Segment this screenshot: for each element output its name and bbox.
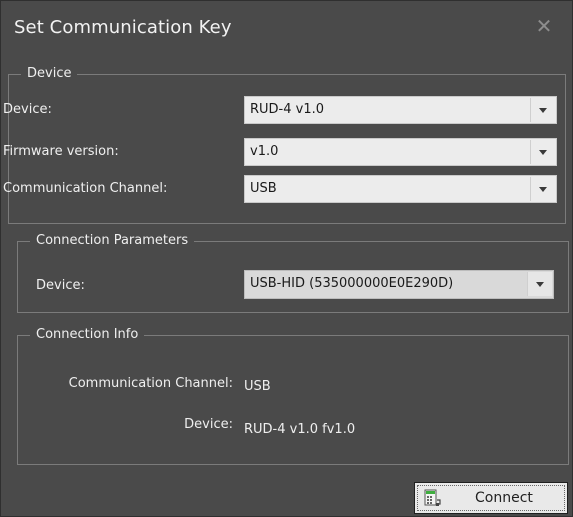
chevron-down-icon bbox=[539, 108, 547, 113]
firmware-version-value: v1.0 bbox=[250, 144, 279, 159]
chevron-down-icon bbox=[536, 282, 544, 287]
info-channel-value: USB bbox=[244, 379, 271, 394]
firmware-dropdown-button[interactable] bbox=[530, 140, 555, 164]
communication-channel-select[interactable]: USB bbox=[244, 175, 557, 203]
info-device-value: RUD-4 v1.0 fv1.0 bbox=[244, 422, 356, 437]
connection-info-group: Connection Info bbox=[17, 327, 569, 465]
device-dropdown-button[interactable] bbox=[530, 98, 555, 122]
chevron-down-icon bbox=[539, 150, 547, 155]
device-group-legend: Device bbox=[21, 66, 78, 82]
firmware-version-select[interactable]: v1.0 bbox=[244, 138, 557, 166]
device-label: Device: bbox=[3, 102, 52, 117]
communication-channel-label: Communication Channel: bbox=[3, 181, 168, 196]
communication-channel-value: USB bbox=[250, 181, 277, 196]
connect-button[interactable]: Connect bbox=[414, 482, 568, 514]
close-icon[interactable]: ✕ bbox=[531, 13, 557, 39]
connection-device-dropdown-button[interactable] bbox=[527, 272, 552, 296]
dialog-title: Set Communication Key bbox=[14, 17, 232, 38]
firmware-version-label: Firmware version: bbox=[3, 144, 119, 159]
connection-device-select[interactable]: USB-HID (535000000E0E290D) bbox=[244, 270, 554, 299]
title-bar: Set Communication Key ✕ bbox=[1, 1, 572, 59]
set-communication-key-dialog: Set Communication Key ✕ Device Device: R… bbox=[0, 0, 573, 517]
channel-dropdown-button[interactable] bbox=[530, 177, 555, 201]
connect-device-icon bbox=[424, 489, 441, 506]
connection-info-legend: Connection Info bbox=[30, 327, 145, 343]
connection-device-value: USB-HID (535000000E0E290D) bbox=[250, 276, 454, 291]
connection-device-label: Device: bbox=[36, 278, 85, 293]
info-device-label: Device: bbox=[184, 417, 233, 432]
device-select[interactable]: RUD-4 v1.0 bbox=[244, 96, 557, 124]
chevron-down-icon bbox=[539, 187, 547, 192]
device-select-value: RUD-4 v1.0 bbox=[250, 102, 325, 117]
connect-button-label: Connect bbox=[475, 490, 533, 506]
connection-parameters-legend: Connection Parameters bbox=[30, 233, 195, 249]
info-channel-label: Communication Channel: bbox=[68, 376, 233, 391]
